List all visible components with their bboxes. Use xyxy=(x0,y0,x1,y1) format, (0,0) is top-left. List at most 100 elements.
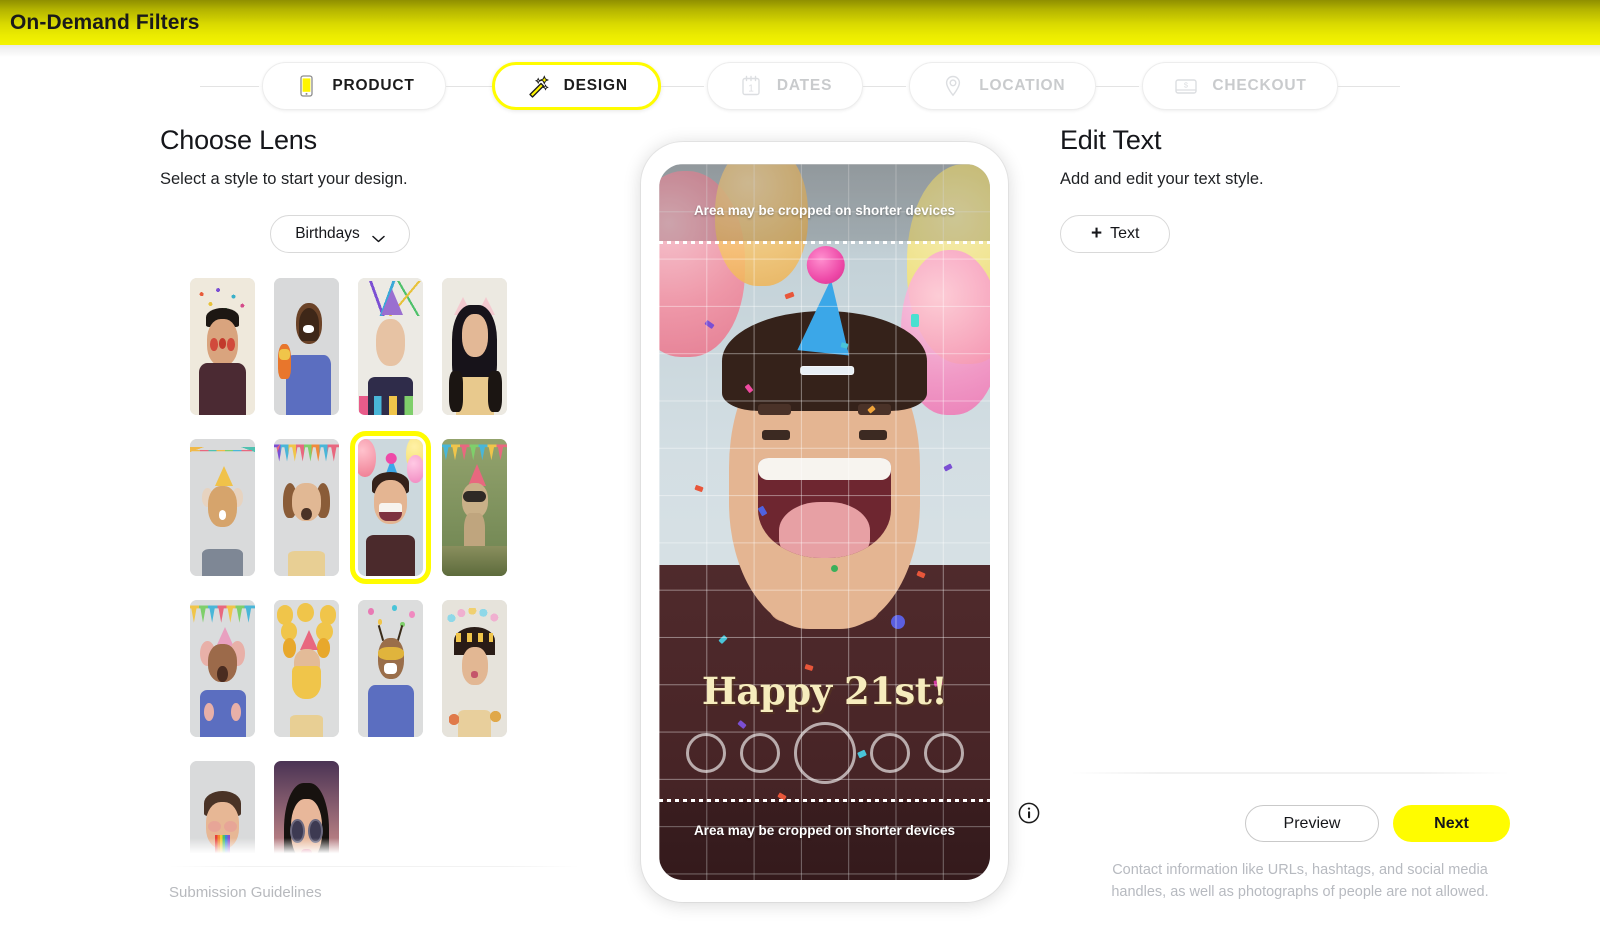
lens-item-cat-ears[interactable] xyxy=(442,278,507,415)
submission-guidelines-link[interactable]: Submission Guidelines xyxy=(169,884,322,901)
crop-boundary-line-bottom xyxy=(659,799,990,802)
lens-thumbnail xyxy=(190,761,255,857)
content-policy-disclaimer: Contact information like URLs, hashtags,… xyxy=(1111,862,1489,900)
step-checkout[interactable]: $ CHECKOUT xyxy=(1142,62,1338,110)
lens-item-tiger-emoji[interactable] xyxy=(274,600,339,737)
lens-item-party-hat-balloons[interactable] xyxy=(350,431,431,584)
plus-icon: + xyxy=(1091,222,1103,244)
step-design-label: DESIGN xyxy=(563,77,628,94)
shutter-circle xyxy=(869,733,910,773)
shutter-circle xyxy=(923,733,964,773)
phone-icon xyxy=(293,73,319,99)
choose-lens-subtitle: Select a style to start your design. xyxy=(160,170,408,188)
step-connector xyxy=(200,85,263,87)
step-location-label: LOCATION xyxy=(979,77,1066,94)
lens-item-clown-confetti[interactable] xyxy=(190,278,255,415)
left-panel-divider xyxy=(168,866,580,867)
lens-thumbnail-selected xyxy=(350,431,431,584)
subject-teeth xyxy=(758,457,891,480)
info-icon[interactable] xyxy=(1018,802,1040,824)
lens-thumbnail xyxy=(358,600,423,737)
crop-dim-band-bottom xyxy=(659,802,990,880)
subject-eye-left xyxy=(761,430,790,440)
chevron-down-icon xyxy=(372,230,385,243)
lens-thumbnail xyxy=(274,278,339,415)
crop-boundary-line-top xyxy=(659,241,990,244)
progress-stepper: PRODUCT DESIGN 1 DATES LOCATION $ CHECKO… xyxy=(0,55,1600,117)
lens-item-hotdog-dance[interactable] xyxy=(274,278,339,415)
shutter-circle xyxy=(739,733,780,773)
step-design[interactable]: DESIGN xyxy=(491,62,661,110)
lens-thumbnail-scroll[interactable] xyxy=(190,278,590,857)
lens-thumbnail-grid xyxy=(190,278,590,857)
step-connector xyxy=(863,85,910,87)
step-product-label: PRODUCT xyxy=(332,77,415,94)
choose-lens-title: Choose Lens xyxy=(160,125,317,155)
party-hat-band xyxy=(799,365,854,375)
shutter-circle xyxy=(685,733,726,773)
add-text-wrap: + Text xyxy=(1060,215,1500,253)
lens-thumbnail xyxy=(442,439,507,576)
step-location[interactable]: LOCATION xyxy=(909,62,1097,110)
lens-thumbnail xyxy=(190,600,255,737)
category-dropdown-wrap: Birthdays xyxy=(160,215,520,253)
preview-button[interactable]: Preview xyxy=(1245,805,1379,842)
step-connector xyxy=(660,85,707,87)
window-title: On-Demand Filters xyxy=(10,10,200,34)
edit-text-title: Edit Text xyxy=(1060,125,1162,155)
lens-item-rainbow-tongue[interactable] xyxy=(190,761,255,857)
lens-thumbnail xyxy=(442,278,507,415)
step-checkout-label: CHECKOUT xyxy=(1212,77,1307,94)
step-connector xyxy=(1337,85,1400,87)
lens-item-bear-bunting[interactable] xyxy=(190,600,255,737)
window-titlebar: On-Demand Filters xyxy=(0,0,1600,45)
lens-item-party-streamers[interactable] xyxy=(358,278,423,415)
action-button-row: Preview Next xyxy=(1060,805,1510,842)
add-text-label: Text xyxy=(1110,225,1140,242)
subject-brow-left xyxy=(758,403,792,416)
filter-overlay-text[interactable]: Happy 21st! xyxy=(659,669,990,713)
lens-thumbnail xyxy=(358,278,423,415)
magic-wand-icon xyxy=(525,73,551,99)
lens-item-puppy-bunting[interactable] xyxy=(274,439,339,576)
lens-item-deer-bunting[interactable] xyxy=(190,439,255,576)
map-pin-icon xyxy=(940,73,966,99)
lens-category-value: Birthdays xyxy=(295,225,360,242)
next-button[interactable]: Next xyxy=(1393,805,1510,842)
step-connector xyxy=(445,85,492,87)
camera-shutter-row xyxy=(659,722,990,784)
credit-card-icon: $ xyxy=(1173,73,1199,99)
lens-thumbnail xyxy=(190,278,255,415)
subject-mouth xyxy=(758,457,891,558)
crop-warning-top: Area may be cropped on shorter devices xyxy=(693,203,956,218)
choose-lens-panel: Choose Lens Select a style to start your… xyxy=(160,125,590,253)
phone-preview-frame: Area may be cropped on shorter devices H… xyxy=(641,142,1008,902)
right-panel-divider xyxy=(1070,772,1510,774)
app-root: On-Demand Filters PRODUCT DESIGN 1 DATES… xyxy=(0,0,1600,939)
step-connector xyxy=(1096,85,1143,87)
lens-thumbnail xyxy=(274,600,339,737)
lens-item-meerkat-party[interactable] xyxy=(442,439,507,576)
step-dates-label: DATES xyxy=(776,77,833,94)
subject-eye-right xyxy=(859,430,888,440)
lens-thumbnail xyxy=(190,439,255,576)
lens-item-star-crown[interactable] xyxy=(442,600,507,737)
edit-text-subtitle: Add and edit your text style. xyxy=(1060,170,1264,188)
subject-tongue xyxy=(779,501,870,558)
lens-item-sunglasses-glam[interactable] xyxy=(274,761,339,857)
lens-item-bee-face[interactable] xyxy=(358,600,423,737)
add-text-button[interactable]: + Text xyxy=(1060,215,1171,253)
lens-thumbnail xyxy=(274,761,339,857)
calendar-icon: 1 xyxy=(738,73,764,99)
phone-screen[interactable]: Area may be cropped on shorter devices H… xyxy=(659,164,990,880)
party-hat-pompom xyxy=(806,245,845,284)
svg-text:1: 1 xyxy=(748,84,754,95)
lens-category-dropdown[interactable]: Birthdays xyxy=(270,215,410,253)
crop-warning-bottom: Area may be cropped on shorter devices xyxy=(693,823,956,838)
lens-thumbnail xyxy=(274,439,339,576)
step-product[interactable]: PRODUCT xyxy=(262,62,446,110)
step-dates[interactable]: 1 DATES xyxy=(706,62,864,110)
edit-text-panel: Edit Text Add and edit your text style. … xyxy=(1060,125,1500,253)
shutter-circle-main xyxy=(793,722,856,784)
lens-thumbnail xyxy=(442,600,507,737)
